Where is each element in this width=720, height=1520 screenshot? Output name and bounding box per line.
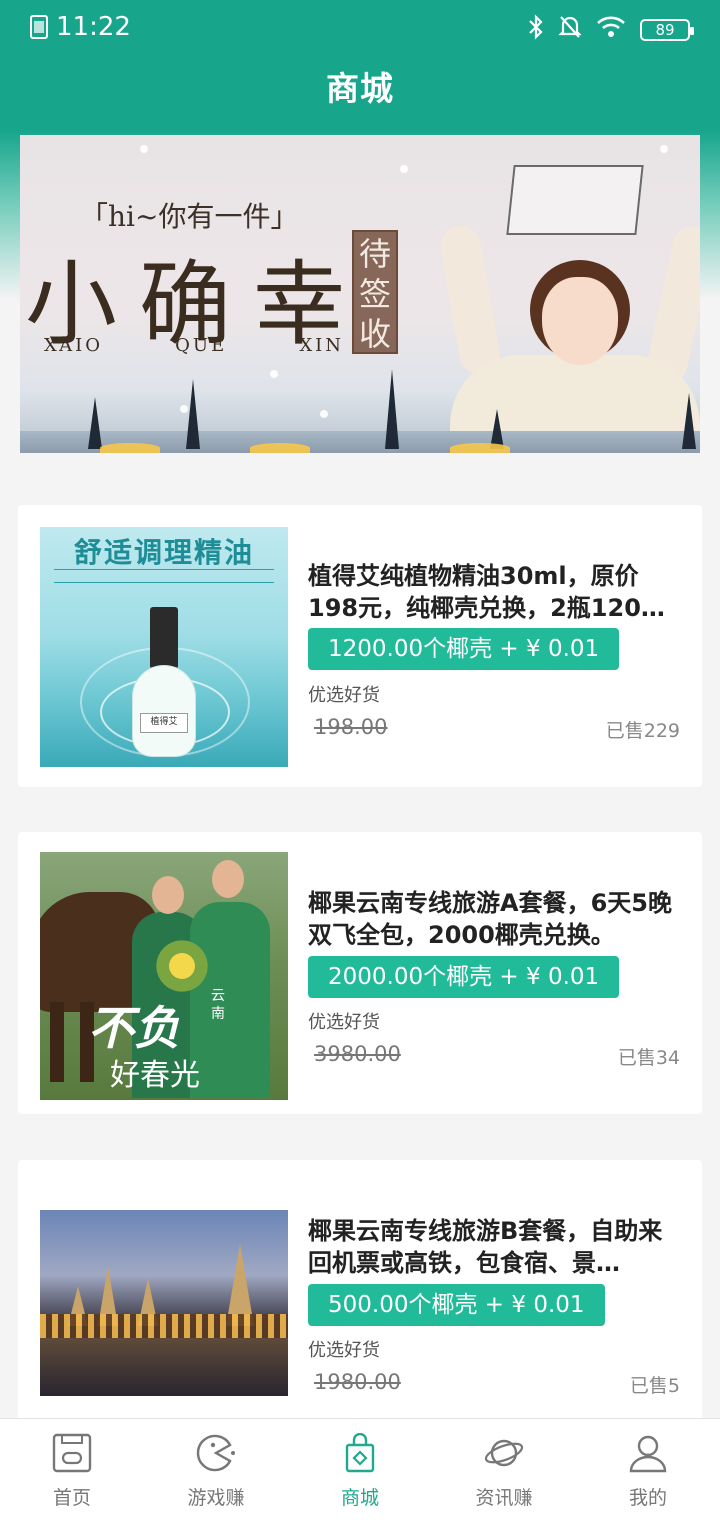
banner-model-image <box>410 165 700 453</box>
product-card[interactable]: 椰果云南专线旅游B套餐，自助来回机票或高铁，包食宿、景… 500.00个椰壳 +… <box>18 1160 702 1442</box>
nav-label-news: 资讯赚 <box>475 1487 533 1509</box>
product-title[interactable]: 植得艾纯植物精油30ml，原价198元，纯椰壳兑换，2瓶120… <box>308 560 684 624</box>
sparkle <box>140 145 148 153</box>
bluetooth-icon <box>528 14 544 46</box>
nav-item-home[interactable]: 首页 <box>0 1419 144 1520</box>
nav-item-shop[interactable]: 商城 <box>288 1419 432 1520</box>
sparkle <box>320 410 328 418</box>
nav-label-me: 我的 <box>628 1487 667 1509</box>
product-title[interactable]: 椰果云南专线旅游B套餐，自助来回机票或高铁，包食宿、景… <box>308 1215 684 1279</box>
nav-label-games: 游戏赚 <box>187 1487 245 1509</box>
product-image-subline: 好春光 <box>110 1058 200 1093</box>
bell-muted-icon <box>558 14 582 46</box>
original-price: 3980.00 <box>314 1042 401 1066</box>
nav-item-news[interactable]: 资讯赚 <box>432 1419 576 1520</box>
bottle-cap <box>150 607 178 669</box>
pinyin-1: XAIO <box>44 335 104 356</box>
product-image-vertical-text: 云南 <box>208 987 228 1023</box>
flower-bouquet <box>152 936 212 996</box>
nav-item-me[interactable]: 我的 <box>576 1419 720 1520</box>
product-image-title: 舒适调理精油 <box>73 536 254 569</box>
status-time: 11:22 <box>56 12 131 42</box>
shop-bag-icon <box>340 1432 380 1473</box>
banner-stamp: 待签收 <box>352 230 398 354</box>
bottle-label: 植得艾 <box>140 713 188 733</box>
user-icon <box>628 1433 668 1473</box>
price-pill[interactable]: 500.00个椰壳 + ¥ 0.01 <box>308 1284 605 1326</box>
bottom-nav: 首页 游戏赚 商城 资讯赚 我的 <box>0 1418 720 1520</box>
product-title[interactable]: 椰果云南专线旅游A套餐，6天5晚双飞全包，2000椰壳兑换。 <box>308 887 684 951</box>
city-lights <box>40 1314 288 1338</box>
price-pill[interactable]: 2000.00个椰壳 + ¥ 0.01 <box>308 956 620 998</box>
person <box>190 902 270 1098</box>
pinyin-3: XIN <box>299 335 344 356</box>
water-reflection <box>40 1338 288 1396</box>
original-price: 198.00 <box>314 715 388 739</box>
product-image[interactable]: 不负 云南 好春光 <box>40 852 288 1100</box>
sold-count: 已售5 <box>629 1375 680 1397</box>
product-card[interactable]: 不负 云南 好春光 椰果云南专线旅游A套餐，6天5晚双飞全包，2000椰壳兑换。… <box>18 832 702 1114</box>
nav-label-shop: 商城 <box>340 1487 379 1509</box>
status-bar: 11:22 89 <box>0 0 720 56</box>
home-icon <box>52 1433 92 1473</box>
game-icon <box>196 1433 236 1473</box>
price-pill[interactable]: 1200.00个椰壳 + ¥ 0.01 <box>308 628 620 670</box>
banner-tagline: 「hi~你有一件」 <box>80 200 299 233</box>
box-illustration <box>506 165 644 235</box>
sparkle <box>270 370 278 378</box>
page-title: 商城 <box>326 69 394 108</box>
banner-pinyin: XAIO QUE XIN <box>44 335 344 356</box>
sim-icon <box>30 15 48 39</box>
promo-banner[interactable]: 「hi~你有一件」 小确幸 XAIO QUE XIN 待签收 <box>20 135 700 453</box>
sold-count: 已售229 <box>605 720 680 742</box>
planet-icon <box>484 1433 524 1473</box>
pinyin-2: QUE <box>175 335 228 356</box>
product-image[interactable] <box>40 1210 288 1396</box>
bottle <box>132 665 196 757</box>
nav-label-home: 首页 <box>52 1487 91 1509</box>
product-tag: 优选好货 <box>308 685 380 706</box>
nav-item-games[interactable]: 游戏赚 <box>144 1419 288 1520</box>
wifi-icon <box>596 15 626 45</box>
product-tag: 优选好货 <box>308 1340 380 1361</box>
product-image-headline: 不负 <box>88 1001 180 1055</box>
product-tag: 优选好货 <box>308 1012 380 1033</box>
product-card[interactable]: 舒适调理精油 植得艾 植得艾纯植物精油30ml，原价198元，纯椰壳兑换，2瓶1… <box>18 505 702 787</box>
sold-count: 已售34 <box>617 1047 680 1069</box>
original-price: 1980.00 <box>314 1370 401 1394</box>
battery-icon: 89 <box>640 19 694 41</box>
sparkle <box>660 145 668 153</box>
product-image[interactable]: 舒适调理精油 植得艾 <box>40 527 288 767</box>
sparkle <box>400 165 408 173</box>
